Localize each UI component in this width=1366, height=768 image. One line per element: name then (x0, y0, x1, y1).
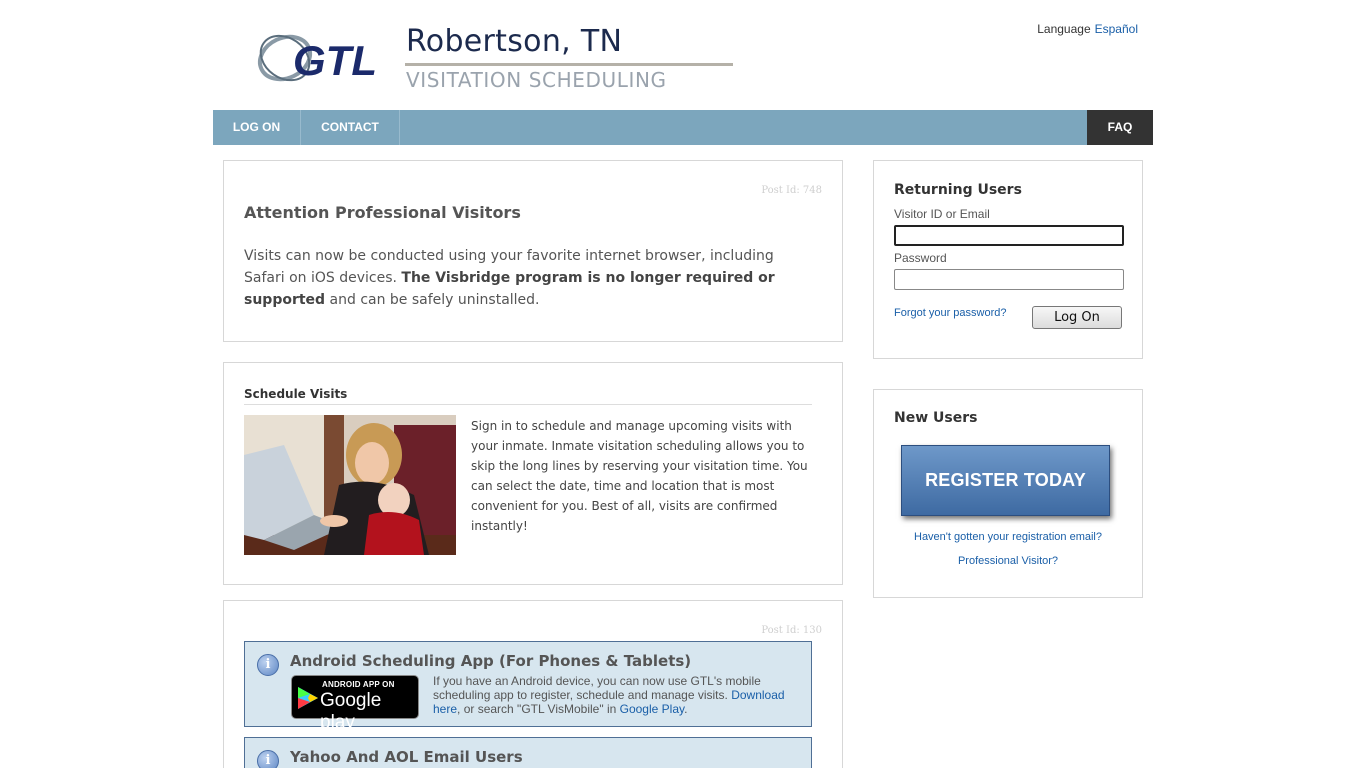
google-play-link[interactable]: Google Play (620, 702, 684, 716)
apps-post: Post Id: 130 i Android Scheduling App (F… (223, 600, 843, 768)
logo-text: GTL (293, 37, 377, 84)
gtl-logo[interactable]: GTL (255, 30, 395, 86)
android-app-notice: i Android Scheduling App (For Phones & T… (244, 641, 812, 733)
password-input[interactable] (894, 269, 1124, 290)
nav-faq[interactable]: FAQ (1087, 110, 1153, 145)
new-users-panel: New Users REGISTER TODAY Haven't gotten … (873, 389, 1143, 598)
panel-title: Returning Users (894, 182, 1022, 198)
site-title: Robertson, TN (406, 24, 623, 59)
attention-post: Post Id: 748 Attention Professional Visi… (223, 160, 843, 342)
visitor-id-input[interactable] (894, 225, 1124, 246)
section-text: Sign in to schedule and manage upcoming … (471, 419, 808, 533)
badge-big-text: Google play (320, 690, 382, 733)
log-on-button[interactable]: Log On (1032, 306, 1122, 329)
section-divider (244, 404, 812, 405)
language-link[interactable]: Español (1095, 22, 1138, 36)
post-body: Visits can now be conducted using your f… (244, 245, 814, 311)
nav-log-on[interactable]: LOG ON (213, 110, 301, 145)
info-icon: i (257, 654, 279, 676)
language-label: Language (1037, 22, 1091, 36)
mother-child-laptop-photo (244, 415, 456, 555)
language-switcher: Language Español (1037, 22, 1138, 36)
notice-title: Android Scheduling App (For Phones & Tab… (290, 652, 692, 670)
badge-small-text: ANDROID APP ON (322, 680, 395, 689)
yahoo-aol-notice: i Yahoo And AOL Email Users (244, 737, 812, 768)
forgot-password-link[interactable]: Forgot your password? (894, 307, 1007, 319)
post-text-2: and can be safely uninstalled. (325, 292, 540, 308)
play-store-icon (298, 687, 318, 709)
page-header: GTL Robertson, TN VISITATION SCHEDULING … (213, 0, 1153, 110)
title-divider (405, 63, 733, 66)
panel-title: New Users (894, 410, 978, 426)
notice-title: Yahoo And AOL Email Users (290, 748, 523, 766)
post-id: Post Id: 130 (761, 625, 822, 636)
notice-text-3: . (684, 702, 688, 716)
site-subtitle: VISITATION SCHEDULING (406, 68, 667, 92)
post-title: Attention Professional Visitors (244, 203, 521, 222)
visitor-id-label: Visitor ID or Email (894, 207, 990, 221)
register-today-button[interactable]: REGISTER TODAY (901, 445, 1110, 516)
section-title: Schedule Visits (244, 387, 348, 401)
resend-registration-link[interactable]: Haven't gotten your registration email? (874, 531, 1142, 543)
post-id: Post Id: 748 (761, 185, 822, 196)
password-label: Password (894, 251, 947, 265)
notice-text: If you have an Android device, you can n… (433, 674, 795, 716)
google-play-badge[interactable]: ANDROID APP ON Google play (291, 675, 419, 733)
professional-visitor-link[interactable]: Professional Visitor? (874, 555, 1142, 567)
schedule-visits-post: Schedule Visits Sign in to schedule and … (223, 362, 843, 585)
notice-text-1: If you have an Android device, you can n… (433, 674, 761, 702)
info-icon: i (257, 750, 279, 768)
notice-text-2: , or search "GTL VisMobile" in (457, 702, 620, 716)
nav-contact[interactable]: CONTACT (301, 110, 400, 145)
returning-users-panel: Returning Users Visitor ID or Email Pass… (873, 160, 1143, 359)
main-nav: LOG ON CONTACT FAQ (213, 110, 1153, 145)
